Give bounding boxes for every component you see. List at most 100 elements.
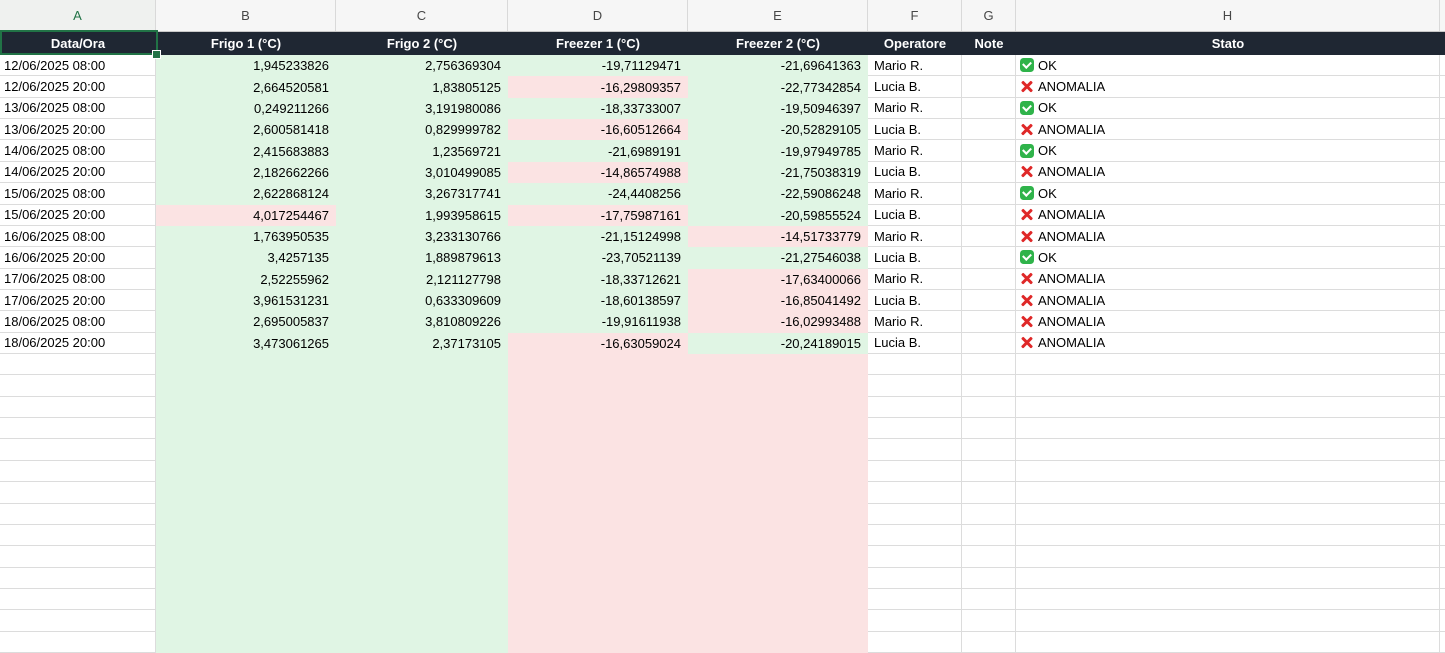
cell-empty[interactable] [0, 418, 156, 439]
cell-empty[interactable] [1016, 525, 1440, 546]
cell-empty[interactable] [156, 397, 336, 418]
cell-empty[interactable] [962, 482, 1016, 503]
cell-empty[interactable] [508, 546, 688, 567]
cell-empty[interactable] [508, 397, 688, 418]
cell-empty[interactable] [1016, 546, 1440, 567]
cell-frigo1[interactable]: 2,52255962 [156, 269, 336, 290]
cell-empty[interactable] [688, 439, 868, 460]
cell-empty[interactable] [1016, 375, 1440, 396]
cell-frigo1[interactable]: 3,473061265 [156, 333, 336, 354]
cell-note[interactable] [962, 205, 1016, 226]
cell-empty[interactable] [0, 461, 156, 482]
cell-empty[interactable] [688, 482, 868, 503]
cell-empty[interactable] [868, 610, 962, 631]
cell-datetime[interactable]: 15/06/2025 20:00 [0, 205, 156, 226]
cell-empty[interactable] [0, 568, 156, 589]
cell-frigo2[interactable]: 2,121127798 [336, 269, 508, 290]
cell-empty[interactable] [336, 610, 508, 631]
cell-empty[interactable] [508, 482, 688, 503]
cell-empty[interactable] [868, 439, 962, 460]
cell-empty[interactable] [1016, 439, 1440, 460]
cell-datetime[interactable]: 12/06/2025 20:00 [0, 76, 156, 97]
header-cell-data-ora[interactable]: Data/Ora [0, 32, 156, 55]
cell-empty[interactable] [868, 568, 962, 589]
cell-datetime[interactable]: 13/06/2025 08:00 [0, 98, 156, 119]
cell-frigo1[interactable]: 0,249211266 [156, 98, 336, 119]
header-cell-freezer1[interactable]: Freezer 1 (°C) [508, 32, 688, 55]
cell-datetime[interactable]: 18/06/2025 20:00 [0, 333, 156, 354]
cell-empty[interactable] [508, 525, 688, 546]
cell-empty[interactable] [508, 504, 688, 525]
cell-empty[interactable] [688, 375, 868, 396]
cell-datetime[interactable]: 14/06/2025 08:00 [0, 140, 156, 161]
cell-empty[interactable] [868, 525, 962, 546]
cell-operatore[interactable]: Lucia B. [868, 76, 962, 97]
cell-empty[interactable] [962, 375, 1016, 396]
cell-empty[interactable] [156, 568, 336, 589]
cell-empty[interactable] [336, 439, 508, 460]
cell-frigo2[interactable]: 2,37173105 [336, 333, 508, 354]
header-cell-freezer2[interactable]: Freezer 2 (°C) [688, 32, 868, 55]
cell-frigo2[interactable]: 3,233130766 [336, 226, 508, 247]
cell-empty[interactable] [0, 354, 156, 375]
cell-operatore[interactable]: Lucia B. [868, 247, 962, 268]
cell-empty[interactable] [508, 568, 688, 589]
cell-operatore[interactable]: Lucia B. [868, 205, 962, 226]
cell-freezer1[interactable]: -21,15124998 [508, 226, 688, 247]
cell-freezer1[interactable]: -18,60138597 [508, 290, 688, 311]
cell-note[interactable] [962, 269, 1016, 290]
cell-empty[interactable] [508, 375, 688, 396]
cell-empty[interactable] [1016, 632, 1440, 653]
cell-stato[interactable]: ANOMALIA [1016, 162, 1440, 183]
cell-empty[interactable] [962, 610, 1016, 631]
cell-empty[interactable] [868, 504, 962, 525]
cell-note[interactable] [962, 162, 1016, 183]
cell-stato[interactable]: ANOMALIA [1016, 269, 1440, 290]
cell-empty[interactable] [688, 589, 868, 610]
cell-frigo2[interactable]: 2,756369304 [336, 55, 508, 76]
cell-note[interactable] [962, 55, 1016, 76]
cell-note[interactable] [962, 226, 1016, 247]
cell-empty[interactable] [962, 504, 1016, 525]
cell-frigo2[interactable]: 1,83805125 [336, 76, 508, 97]
cell-frigo2[interactable]: 1,889879613 [336, 247, 508, 268]
cell-frigo1[interactable]: 2,182662266 [156, 162, 336, 183]
cell-empty[interactable] [868, 589, 962, 610]
cell-freezer1[interactable]: -23,70521139 [508, 247, 688, 268]
header-cell-frigo1[interactable]: Frigo 1 (°C) [156, 32, 336, 55]
column-header-b[interactable]: B [156, 0, 336, 31]
cell-stato[interactable]: ANOMALIA [1016, 119, 1440, 140]
header-cell-stato[interactable]: Stato [1016, 32, 1440, 55]
cell-freezer2[interactable]: -19,97949785 [688, 140, 868, 161]
cell-freezer2[interactable]: -16,02993488 [688, 311, 868, 332]
cell-datetime[interactable]: 16/06/2025 20:00 [0, 247, 156, 268]
cell-empty[interactable] [1016, 354, 1440, 375]
cell-empty[interactable] [868, 418, 962, 439]
cell-empty[interactable] [1016, 397, 1440, 418]
cell-stato[interactable]: OK [1016, 247, 1440, 268]
cell-operatore[interactable]: Mario R. [868, 140, 962, 161]
cell-freezer1[interactable]: -18,33712621 [508, 269, 688, 290]
cell-empty[interactable] [962, 418, 1016, 439]
cell-frigo2[interactable]: 1,23569721 [336, 140, 508, 161]
cell-freezer2[interactable]: -22,59086248 [688, 183, 868, 204]
cell-operatore[interactable]: Mario R. [868, 226, 962, 247]
cell-empty[interactable] [336, 525, 508, 546]
cell-freezer1[interactable]: -19,91611938 [508, 311, 688, 332]
cell-empty[interactable] [868, 482, 962, 503]
cell-frigo2[interactable]: 1,993958615 [336, 205, 508, 226]
cell-stato[interactable]: ANOMALIA [1016, 76, 1440, 97]
cell-empty[interactable] [508, 610, 688, 631]
cell-empty[interactable] [156, 375, 336, 396]
cell-datetime[interactable]: 16/06/2025 08:00 [0, 226, 156, 247]
cell-empty[interactable] [962, 589, 1016, 610]
cell-empty[interactable] [336, 568, 508, 589]
cell-stato[interactable]: ANOMALIA [1016, 333, 1440, 354]
cell-stato[interactable]: OK [1016, 55, 1440, 76]
cell-datetime[interactable]: 12/06/2025 08:00 [0, 55, 156, 76]
cell-note[interactable] [962, 98, 1016, 119]
cell-empty[interactable] [156, 504, 336, 525]
cell-frigo2[interactable]: 3,267317741 [336, 183, 508, 204]
cell-empty[interactable] [962, 632, 1016, 653]
cell-freezer1[interactable]: -21,6989191 [508, 140, 688, 161]
